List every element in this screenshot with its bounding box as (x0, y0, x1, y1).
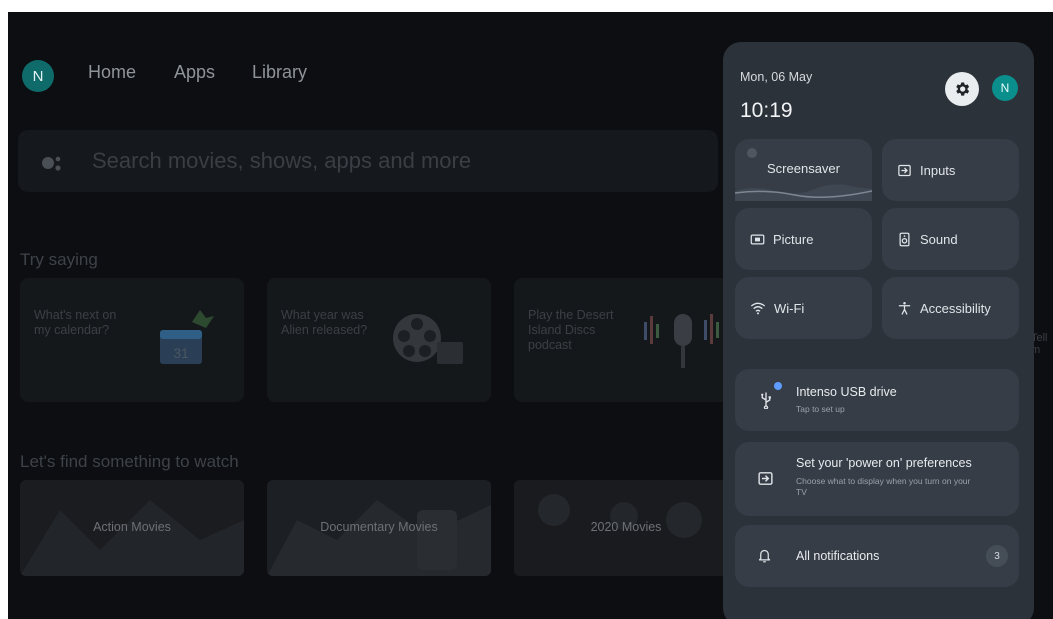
wifi-icon (750, 302, 766, 315)
tv-home-screen: N Home Apps Library Search movies, shows… (8, 12, 1053, 619)
watch-heading: Let's find something to watch (20, 452, 239, 471)
google-assistant-icon (42, 156, 61, 171)
try-saying-heading: Try saying (20, 250, 98, 269)
suggestion-text: What year was Alien released? (281, 308, 368, 337)
suggestion-card[interactable]: What year was Alien released? (267, 278, 491, 402)
suggestion-text: What's next on my calendar? (34, 308, 117, 337)
notification-subtitle: Tap to set up (796, 404, 845, 414)
notification-title: Set your 'power on' preferences (796, 456, 972, 470)
bell-icon (758, 549, 771, 563)
microphone-icon (644, 314, 719, 368)
tile-label: Inputs (920, 162, 956, 178)
screensaver-indicator (747, 148, 757, 158)
input-icon (758, 472, 773, 485)
suggestion-text: Play the Desert Island Discs podcast (528, 308, 614, 352)
suggestion-card-partial[interactable]: Tell m (1031, 332, 1053, 356)
panel-date: Mon, 06 May (740, 70, 813, 84)
genre-label: Documentary Movies (320, 520, 438, 534)
usb-icon (761, 392, 771, 409)
picture-tile[interactable]: Picture (735, 208, 872, 270)
speaker-icon (899, 232, 910, 246)
notification-title: All notifications (796, 549, 880, 563)
sound-tile[interactable]: Sound (882, 208, 1019, 270)
nav-tab-library[interactable]: Library (252, 62, 307, 83)
picture-icon (750, 234, 765, 244)
genre-card-action[interactable]: Action Movies (20, 480, 244, 576)
quick-settings-panel: Mon, 06 May 10:19 N Screensaver Inputs P… (723, 42, 1034, 619)
power-on-preferences-notification[interactable]: Set your 'power on' preferences Choose w… (735, 442, 1019, 516)
tile-label: Sound (920, 231, 958, 247)
suggestion-card[interactable]: What's next on my calendar? 31 (20, 278, 244, 402)
accessibility-icon (898, 301, 911, 315)
screensaver-tile[interactable]: Screensaver (735, 139, 872, 201)
profile-avatar[interactable]: N (22, 60, 54, 92)
notification-subtitle: Choose what to display when you turn on … (796, 476, 971, 497)
nav-tab-home[interactable]: Home (88, 62, 136, 83)
nav-tab-apps[interactable]: Apps (174, 62, 215, 83)
tile-label: Accessibility (920, 300, 991, 316)
panel-time: 10:19 (740, 99, 793, 122)
usb-drive-notification[interactable]: Intenso USB drive Tap to set up (735, 369, 1019, 431)
genre-card-documentary[interactable]: Documentary Movies (267, 480, 491, 576)
calendar-icon: 31 (160, 310, 214, 364)
gear-icon (956, 82, 970, 96)
calendar-day: 31 (173, 345, 189, 361)
wifi-tile[interactable]: Wi-Fi (735, 277, 872, 339)
all-notifications-button[interactable]: All notifications 3 (735, 525, 1019, 587)
tile-label: Picture (773, 231, 814, 247)
tile-label: Wi-Fi (774, 300, 805, 316)
new-indicator (774, 382, 782, 390)
notification-count-badge: 3 (986, 545, 1008, 567)
genre-label: Action Movies (93, 520, 171, 534)
settings-button[interactable] (945, 72, 979, 106)
input-icon (898, 164, 911, 176)
inputs-tile[interactable]: Inputs (882, 139, 1019, 201)
accessibility-tile[interactable]: Accessibility (882, 277, 1019, 339)
suggestion-card[interactable]: Play the Desert Island Discs podcast (514, 278, 738, 402)
notification-title: Intenso USB drive (796, 385, 897, 399)
search-placeholder: Search movies, shows, apps and more (92, 148, 472, 173)
film-reel-icon (393, 314, 463, 364)
tile-label: Screensaver (767, 160, 840, 176)
screensaver-preview (735, 184, 872, 201)
genre-card-2020[interactable]: 2020 Movies (514, 480, 738, 576)
genre-label: 2020 Movies (590, 520, 662, 534)
panel-profile-avatar[interactable]: N (992, 75, 1018, 101)
